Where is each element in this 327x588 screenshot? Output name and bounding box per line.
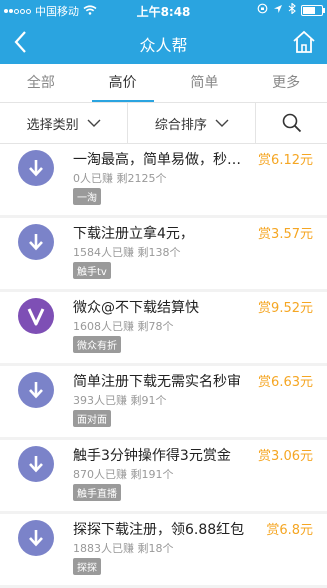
task-item[interactable]: 触手3分钟操作得3元赏金 870人已赚 剩191个 触手直播 赏3.06元 [0, 440, 327, 511]
sort-select[interactable]: 综合排序 [128, 103, 257, 143]
task-reward: 赏6.12元 [258, 153, 313, 168]
task-earned: 1883人已赚 [73, 542, 134, 555]
task-title: 一淘最高，简单易做，秒… [73, 152, 241, 168]
task-title: 简单注册下载无需实名秒审 [73, 374, 241, 390]
status-bar: 中国移动 上午8:48 [0, 0, 327, 20]
task-left: 剩191个 [130, 468, 174, 481]
task-tag: 面对面 [73, 410, 111, 427]
task-meta: 1608人已赚 剩78个 [73, 318, 174, 334]
location-icon [273, 4, 283, 17]
task-item[interactable]: 一淘最高，简单易做，秒… 0人已赚 剩2125个 一淘 赏6.12元 [0, 144, 327, 215]
task-reward: 赏6.63元 [258, 375, 313, 390]
task-earned: 0人已赚 [73, 172, 113, 185]
task-item[interactable]: 探探下载注册，领6.88红包 1883人已赚 剩18个 探探 赏6.8元 [0, 514, 327, 585]
task-title: 下载注册立拿4元， [73, 226, 194, 242]
task-meta: 870人已赚 剩191个 [73, 466, 174, 482]
task-title: 微众@不下载结算快 [73, 300, 199, 316]
task-tag: 微众有折 [73, 336, 121, 353]
home-icon [293, 30, 315, 53]
task-left: 剩91个 [130, 394, 167, 407]
task-tag: 触手tv [73, 262, 111, 279]
task-meta: 1883人已赚 剩18个 [73, 540, 174, 556]
task-reward: 赏9.52元 [258, 301, 313, 316]
chevron-down-icon [215, 119, 229, 127]
battery-icon [301, 4, 325, 16]
bluetooth-icon [288, 2, 296, 17]
task-left: 剩2125个 [116, 172, 167, 185]
status-right [257, 2, 325, 17]
search-icon [282, 113, 301, 133]
download-icon [18, 446, 54, 482]
category-select[interactable]: 选择类别 [0, 103, 129, 143]
task-meta: 0人已赚 剩2125个 [73, 170, 167, 186]
category-tabs: 全部 高价 简单 更多 [0, 64, 327, 103]
nav-bar: 众人帮 [0, 20, 327, 64]
chevron-down-icon [87, 119, 101, 127]
tab-more[interactable]: 更多 [245, 64, 327, 102]
task-reward: 赏3.06元 [258, 449, 313, 464]
task-title: 触手3分钟操作得3元赏金 [73, 448, 231, 464]
task-tag: 触手直播 [73, 484, 121, 501]
task-meta: 393人已赚 剩91个 [73, 392, 167, 408]
task-tag: 一淘 [73, 188, 101, 205]
task-meta: 1584人已赚 剩138个 [73, 244, 181, 260]
task-earned: 1584人已赚 [73, 246, 134, 259]
tab-high-price[interactable]: 高价 [82, 64, 164, 102]
task-item[interactable]: 简单注册下载无需实名秒审 393人已赚 剩91个 面对面 赏6.63元 [0, 366, 327, 437]
filter-bar: 选择类别 综合排序 [0, 103, 327, 144]
task-left: 剩18个 [137, 542, 174, 555]
download-icon [18, 372, 54, 408]
home-button[interactable] [291, 29, 317, 55]
rotation-lock-icon [257, 3, 268, 17]
download-icon [18, 150, 54, 186]
task-item[interactable]: 微众@不下载结算快 1608人已赚 剩78个 微众有折 赏9.52元 [0, 292, 327, 363]
task-reward: 赏6.8元 [266, 523, 313, 538]
tab-simple[interactable]: 简单 [164, 64, 246, 102]
download-icon [18, 520, 54, 556]
search-button[interactable] [256, 103, 327, 143]
task-earned: 1608人已赚 [73, 320, 134, 333]
task-reward: 赏3.57元 [258, 227, 313, 242]
task-left: 剩138个 [137, 246, 181, 259]
tab-all[interactable]: 全部 [0, 64, 82, 102]
task-title: 探探下载注册，领6.88红包 [73, 522, 245, 538]
weizhong-logo-icon [18, 298, 54, 334]
task-list: 一淘最高，简单易做，秒… 0人已赚 剩2125个 一淘 赏6.12元 下载注册立… [0, 144, 327, 588]
download-icon [18, 224, 54, 260]
task-earned: 393人已赚 [73, 394, 127, 407]
task-left: 剩78个 [137, 320, 174, 333]
task-tag: 探探 [73, 558, 101, 575]
category-select-label: 选择类别 [26, 117, 79, 133]
task-earned: 870人已赚 [73, 468, 127, 481]
page-title: 众人帮 [139, 36, 188, 55]
task-item[interactable]: 下载注册立拿4元， 1584人已赚 剩138个 触手tv 赏3.57元 [0, 218, 327, 289]
sort-select-label: 综合排序 [154, 117, 207, 133]
